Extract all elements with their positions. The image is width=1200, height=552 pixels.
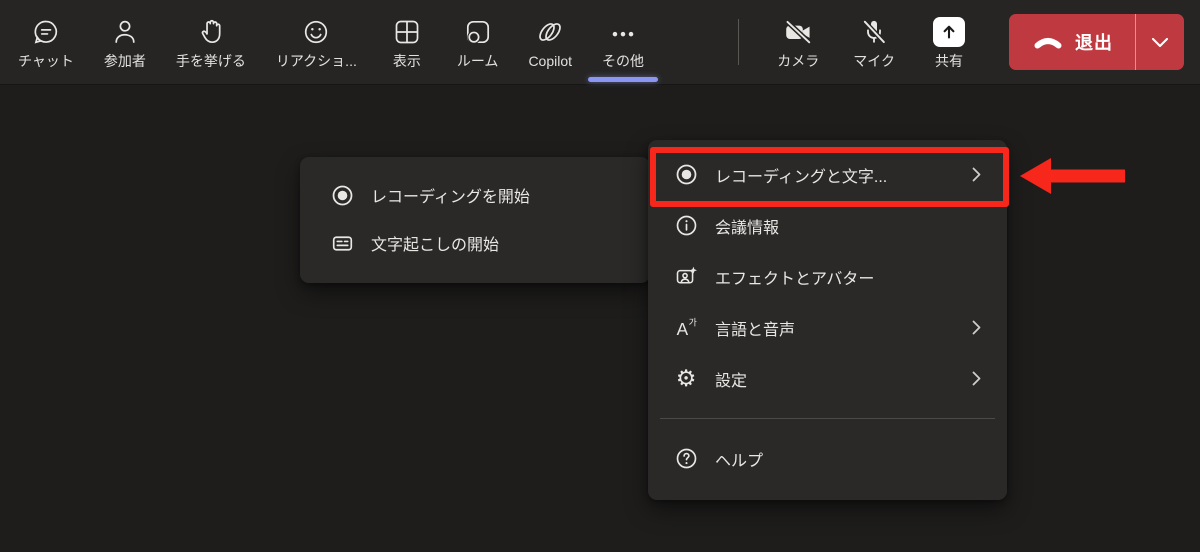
toolbar-left-group: チャット 参加者 手を挙げる bbox=[0, 0, 652, 84]
leave-label: 退出 bbox=[1075, 29, 1113, 55]
recording-submenu: レコーディングを開始 文字起こしの開始 bbox=[300, 157, 650, 283]
toolbar-right-group: カメラ マイク bbox=[722, 0, 1200, 84]
menu-item-start-transcription[interactable]: 文字起こしの開始 bbox=[300, 219, 650, 267]
breakout-rooms-icon bbox=[463, 17, 493, 47]
more-label: その他 bbox=[602, 54, 644, 68]
menu-divider bbox=[660, 418, 995, 419]
menu-item-effects-and-avatars[interactable]: エフェクトとアバター bbox=[648, 251, 1007, 302]
annotation-highlight-box bbox=[650, 147, 1009, 207]
chat-bubble-icon bbox=[31, 17, 61, 47]
menu-item-label: 言語と音声 bbox=[715, 316, 795, 340]
mic-button[interactable]: マイク bbox=[845, 17, 903, 68]
menu-item-label: 会議情報 bbox=[715, 214, 779, 238]
leave-button[interactable]: 退出 bbox=[1009, 14, 1184, 70]
annotation-arrow-left-icon bbox=[1020, 157, 1126, 200]
share-button[interactable]: 共有 bbox=[921, 17, 977, 68]
settings-gear-icon: ⚙ bbox=[674, 367, 698, 391]
mic-off-icon bbox=[859, 17, 889, 47]
participants-button[interactable]: 参加者 bbox=[96, 0, 154, 84]
camera-button[interactable]: カメラ bbox=[769, 17, 827, 68]
copilot-icon bbox=[534, 17, 566, 47]
info-icon bbox=[674, 214, 698, 238]
leave-options-caret[interactable] bbox=[1136, 14, 1184, 70]
hangup-icon bbox=[1033, 32, 1063, 52]
menu-item-label: レコーディングを開始 bbox=[371, 183, 530, 207]
record-icon bbox=[330, 183, 354, 207]
reactions-label: リアクショ... bbox=[276, 54, 357, 68]
raise-hand-button[interactable]: 手を挙げる bbox=[168, 0, 254, 84]
more-button[interactable]: その他 bbox=[594, 0, 652, 84]
reactions-button[interactable]: リアクショ... bbox=[268, 0, 365, 84]
menu-item-help[interactable]: ヘルプ bbox=[648, 433, 1007, 484]
svg-text:가: 가 bbox=[688, 317, 696, 328]
raise-hand-label: 手を挙げる bbox=[176, 54, 246, 68]
participants-label: 参加者 bbox=[104, 54, 146, 68]
more-active-underline bbox=[588, 77, 658, 82]
toolbar-divider bbox=[738, 19, 739, 65]
chat-label: チャット bbox=[18, 54, 74, 68]
chat-button[interactable]: チャット bbox=[10, 0, 82, 84]
menu-item-label: エフェクトとアバター bbox=[715, 265, 874, 289]
rooms-label: ルーム bbox=[457, 54, 499, 68]
share-arrow-icon bbox=[933, 17, 965, 47]
meeting-toolbar: チャット 参加者 手を挙げる bbox=[0, 0, 1200, 85]
raise-hand-icon bbox=[196, 17, 226, 47]
menu-item-start-recording[interactable]: レコーディングを開始 bbox=[300, 171, 650, 219]
mic-label: マイク bbox=[853, 54, 895, 68]
camera-off-icon bbox=[782, 17, 814, 47]
copilot-button[interactable]: Copilot bbox=[520, 0, 580, 84]
rooms-button[interactable]: ルーム bbox=[449, 0, 507, 84]
participants-icon bbox=[110, 17, 140, 47]
menu-item-label: 文字起こしの開始 bbox=[371, 231, 499, 255]
view-label: 表示 bbox=[393, 54, 421, 68]
help-icon bbox=[674, 447, 698, 471]
leave-main[interactable]: 退出 bbox=[1009, 14, 1135, 70]
menu-item-language-and-speech[interactable]: A 가 言語と音声 bbox=[648, 302, 1007, 353]
transcript-icon bbox=[330, 231, 354, 255]
copilot-label: Copilot bbox=[528, 54, 572, 68]
effects-avatar-icon bbox=[674, 265, 698, 289]
menu-item-label: ヘルプ bbox=[715, 447, 763, 471]
language-speech-icon: A 가 bbox=[674, 316, 698, 340]
svg-text:A: A bbox=[676, 319, 688, 339]
chevron-right-icon bbox=[972, 371, 981, 386]
chevron-down-icon bbox=[1151, 37, 1169, 48]
camera-label: カメラ bbox=[777, 54, 819, 68]
chevron-right-icon bbox=[972, 320, 981, 335]
menu-item-label: 設定 bbox=[715, 367, 747, 391]
view-grid-icon bbox=[392, 17, 422, 47]
menu-item-meeting-info[interactable]: 会議情報 bbox=[648, 200, 1007, 251]
more-ellipsis-icon bbox=[608, 17, 638, 47]
meeting-window: チャット 参加者 手を挙げる bbox=[0, 0, 1200, 552]
reactions-smiley-icon bbox=[301, 17, 331, 47]
view-button[interactable]: 表示 bbox=[379, 0, 435, 84]
share-label: 共有 bbox=[935, 54, 963, 68]
menu-item-settings[interactable]: ⚙ 設定 bbox=[648, 353, 1007, 404]
